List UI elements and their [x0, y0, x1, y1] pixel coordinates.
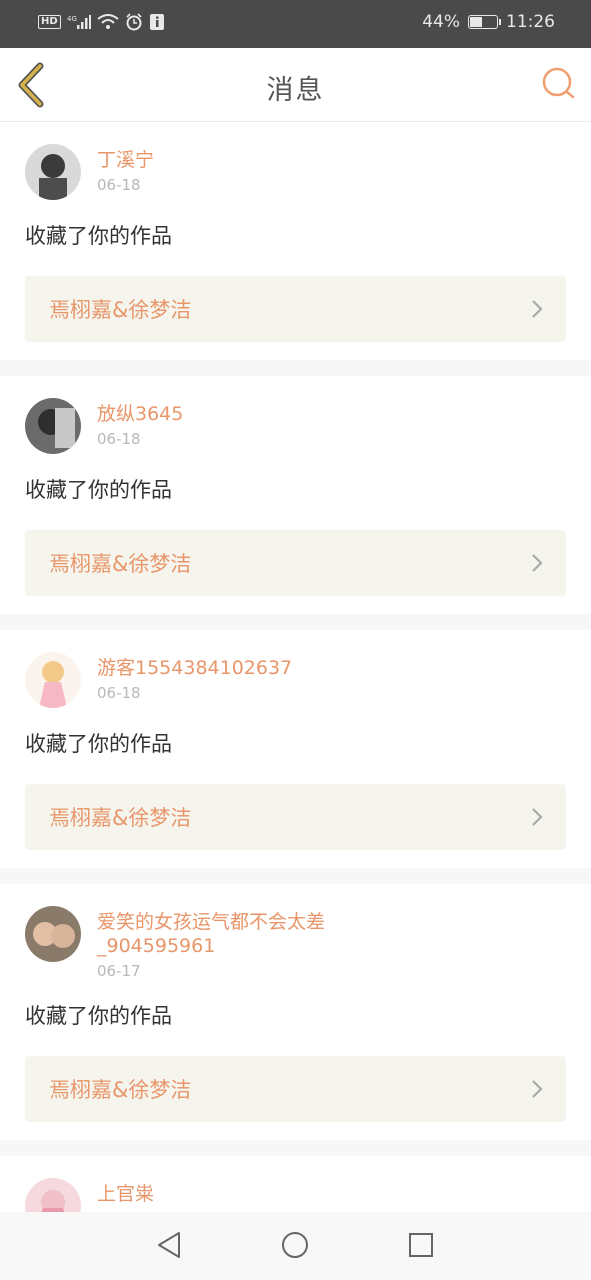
avatar[interactable]: [25, 652, 81, 708]
username[interactable]: 丁溪宁: [97, 148, 154, 172]
message-action: 收藏了你的作品: [25, 478, 172, 502]
info-icon: [149, 14, 164, 30]
wifi-icon: [97, 14, 119, 29]
home-circle-icon[interactable]: [280, 1230, 310, 1260]
message-action: 收藏了你的作品: [25, 732, 172, 756]
search-icon[interactable]: [541, 66, 577, 102]
battery-icon: [468, 15, 501, 29]
work-link[interactable]: 焉栩嘉&徐梦洁: [25, 784, 566, 850]
message-action: 收藏了你的作品: [25, 1004, 172, 1028]
work-link[interactable]: 焉栩嘉&徐梦洁: [25, 530, 566, 596]
chevron-right-icon: [532, 1080, 543, 1098]
message-card: 放纵3645 06-18 收藏了你的作品 焉栩嘉&徐梦洁: [0, 376, 591, 614]
signal-4g-icon: 4G: [67, 15, 91, 29]
alarm-icon: [126, 13, 142, 31]
svg-text:4G: 4G: [67, 15, 77, 23]
message-action: 收藏了你的作品: [25, 224, 172, 248]
avatar[interactable]: [25, 906, 81, 962]
hd-icon: HD: [38, 15, 61, 29]
page-title: 消息: [266, 75, 325, 106]
username[interactable]: 上官粜: [97, 1182, 154, 1206]
avatar[interactable]: [25, 398, 81, 454]
message-card: 游客1554384102637 06-18 收藏了你的作品 焉栩嘉&徐梦洁: [0, 630, 591, 868]
battery-percent: 44%: [422, 12, 460, 32]
clock: 11:26: [506, 12, 555, 32]
chevron-right-icon: [532, 808, 543, 826]
username[interactable]: 爱笑的女孩运气都不会太差_904595961: [97, 910, 347, 958]
message-date: 06-17: [97, 962, 141, 980]
message-date: 06-18: [97, 684, 141, 702]
work-title: 焉栩嘉&徐梦洁: [49, 298, 192, 322]
message-card: 爱笑的女孩运气都不会太差_904595961 06-17 收藏了你的作品 焉栩嘉…: [0, 884, 591, 1140]
work-link[interactable]: 焉栩嘉&徐梦洁: [25, 276, 566, 342]
chevron-right-icon: [532, 554, 543, 572]
recents-square-icon[interactable]: [406, 1230, 436, 1260]
app-header: 消息: [0, 48, 591, 122]
back-triangle-icon[interactable]: [155, 1230, 185, 1260]
work-link[interactable]: 焉栩嘉&徐梦洁: [25, 1056, 566, 1122]
system-nav-bar: [0, 1212, 591, 1280]
message-date: 06-18: [97, 430, 141, 448]
status-bar: HD 4G 44% 11:26: [0, 0, 591, 48]
message-list: 丁溪宁 06-18 收藏了你的作品 焉栩嘉&徐梦洁 放纵3645 06-18 收…: [0, 122, 591, 1268]
username[interactable]: 放纵3645: [97, 402, 183, 426]
username[interactable]: 游客1554384102637: [97, 656, 292, 680]
chevron-right-icon: [532, 300, 543, 318]
message-card: 丁溪宁 06-18 收藏了你的作品 焉栩嘉&徐梦洁: [0, 122, 591, 360]
work-title: 焉栩嘉&徐梦洁: [49, 806, 192, 830]
message-date: 06-18: [97, 176, 141, 194]
work-title: 焉栩嘉&徐梦洁: [49, 1078, 192, 1102]
avatar[interactable]: [25, 144, 81, 200]
work-title: 焉栩嘉&徐梦洁: [49, 552, 192, 576]
